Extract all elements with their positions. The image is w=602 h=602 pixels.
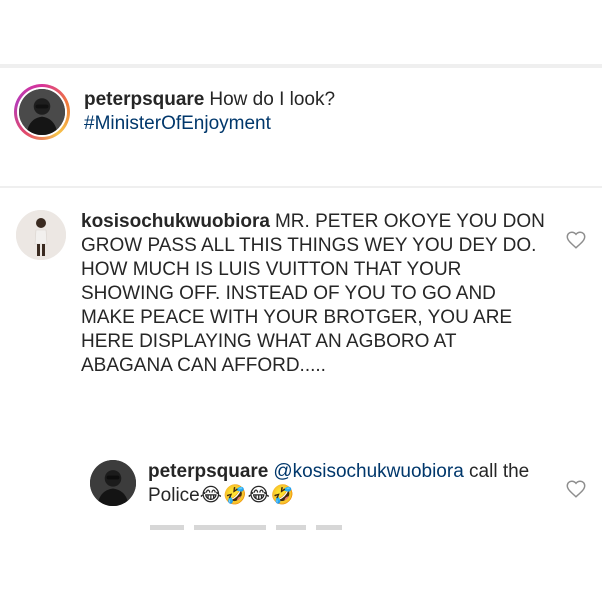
caption-username-link[interactable]: peterpsquare [84,89,204,110]
like-reply-button[interactable] [565,478,587,500]
story-ring[interactable] [14,84,70,140]
like-comment-button[interactable] [565,229,587,251]
section-divider [0,64,602,68]
caption-text: peterpsquare How do I look? #MinisterOfEn… [84,88,564,140]
reply-username-link[interactable]: peterpsquare [148,461,268,482]
avatar-photo-icon [19,89,65,135]
comment-body: MR. PETER OKOYE YOU DON GROW PASS ALL TH… [81,211,545,376]
comment-username-link[interactable]: kosisochukwuobiora [81,211,270,232]
reply-emojis: 😂🤣😂🤣 [199,485,296,506]
reply-text: peterpsquare @kosisochukwuobiora call the… [148,460,548,508]
top-blank-area [0,0,602,64]
heart-outline-icon [566,480,586,498]
hashtag-link[interactable]: #MinisterOfEnjoyment [84,113,271,134]
reply-item: peterpsquare @kosisochukwuobiora call the… [90,460,548,508]
avatar[interactable] [19,89,65,135]
avatar-photo-icon [90,460,136,506]
cropped-metadata-row [150,522,400,532]
caption-divider [0,186,602,188]
avatar[interactable] [16,210,66,260]
comment-item: kosisochukwuobiora MR. PETER OKOYE YOU DO… [16,210,547,378]
heart-outline-icon [566,231,586,249]
caption-body: How do I look? [209,89,336,110]
post-caption: peterpsquare How do I look? #MinisterOfEn… [14,84,564,140]
avatar-photo-icon [16,210,66,260]
mention-link[interactable]: @kosisochukwuobiora [273,461,463,482]
avatar[interactable] [90,460,136,506]
comment-text: kosisochukwuobiora MR. PETER OKOYE YOU DO… [81,210,547,378]
